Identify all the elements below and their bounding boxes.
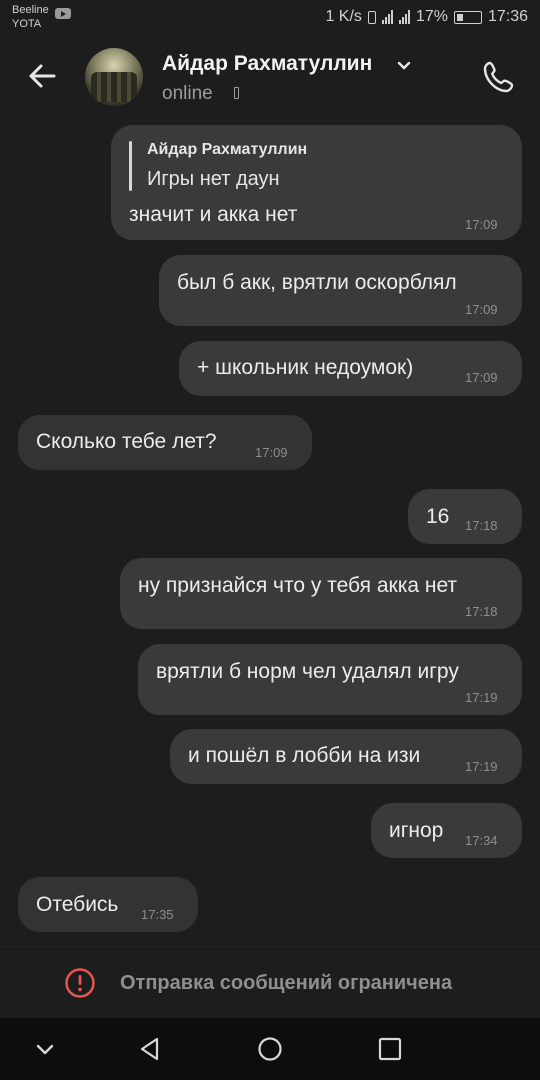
phone-call-icon[interactable] [481, 59, 517, 95]
carrier-2: YOTA [12, 18, 42, 30]
message-text: ну признайся что у тебя акка нет [138, 574, 458, 597]
message-bubble[interactable]: был б акк, врятли оскорблял 17:09 [159, 255, 522, 326]
message-time: 17:34 [465, 833, 498, 848]
message-bubble[interactable]: + школьник недоумок) 17:09 [179, 341, 522, 396]
signal-2-icon [398, 10, 410, 24]
chevron-down-icon[interactable] [397, 61, 411, 71]
status-label: online [162, 83, 213, 104]
message-time: 17:19 [465, 759, 498, 774]
message-text: и пошёл в лобби на изи [188, 744, 421, 767]
arrow-left-icon[interactable] [26, 60, 58, 92]
system-nav-bar [0, 1018, 540, 1080]
message-time: 17:19 [465, 690, 498, 705]
message-time: 17:09 [465, 217, 498, 232]
restriction-banner: Отправка сообщений ограничена [0, 946, 540, 1018]
message-text: Сколько тебе лет? [36, 430, 217, 453]
recents-square-icon[interactable] [376, 1035, 404, 1063]
signal-icon [381, 10, 393, 24]
message-text: был б акк, врятли оскорблял [177, 271, 457, 294]
reply-author: Айдар Рахматуллин [147, 141, 308, 158]
message-bubble[interactable]: ну признайся что у тебя акка нет 17:18 [120, 558, 522, 629]
message-bubble[interactable]: 16 17:18 [408, 489, 522, 544]
message-text: значит и акка нет [129, 203, 298, 226]
contact-name[interactable]: Айдар Рахматуллин [162, 52, 372, 76]
message-text: 16 [426, 505, 450, 528]
message-text: врятли б норм чел удалял игру [156, 660, 459, 683]
message-bubble[interactable]: врятли б норм чел удалял игру 17:19 [138, 644, 522, 715]
vibrate-icon [367, 10, 376, 24]
phone-device-icon [234, 87, 239, 99]
carrier-1: Beeline [12, 4, 49, 16]
clock: 17:36 [487, 8, 528, 25]
battery-percent: 17% [415, 8, 448, 25]
status-icons: 1 K/s 17% 17:36 [325, 8, 528, 26]
exclamation-circle-icon [65, 968, 95, 998]
message-time: 17:18 [465, 518, 498, 533]
avatar[interactable] [85, 48, 143, 106]
home-circle-icon[interactable] [256, 1035, 284, 1063]
message-text: Отебись [36, 893, 119, 916]
message-bubble[interactable]: и пошёл в лобби на изи 17:19 [170, 729, 522, 784]
message-time: 17:35 [141, 907, 174, 922]
message-bubble[interactable]: игнор 17:34 [371, 803, 522, 858]
message-time: 17:09 [255, 445, 288, 460]
chevron-down-icon[interactable] [31, 1035, 59, 1063]
back-triangle-icon[interactable] [136, 1035, 164, 1063]
reply-text: Игры нет даун [147, 168, 280, 190]
reply-quote-bar [129, 141, 132, 191]
message-bubble[interactable]: Сколько тебе лет? 17:09 [18, 415, 312, 470]
message-bubble[interactable]: Отебись 17:35 [18, 877, 198, 932]
message-time: 17:09 [465, 302, 498, 317]
contact-status: online [162, 83, 213, 105]
message-bubble[interactable]: Айдар Рахматуллин Игры нет даун значит и… [111, 125, 522, 240]
message-text: + школьник недоумок) [197, 356, 414, 379]
youtube-icon [55, 8, 71, 19]
carrier-info: Beeline YOTA [12, 3, 71, 31]
message-text: игнор [389, 819, 444, 842]
chat-header: Айдар Рахматуллин online [0, 36, 540, 120]
message-time: 17:09 [465, 370, 498, 385]
restriction-text: Отправка сообщений ограничена [120, 972, 453, 994]
battery-icon [453, 10, 482, 24]
status-bar: Beeline YOTA 1 K/s 17% 17:36 [0, 0, 540, 36]
message-time: 17:18 [465, 604, 498, 619]
network-speed: 1 K/s [325, 8, 362, 25]
